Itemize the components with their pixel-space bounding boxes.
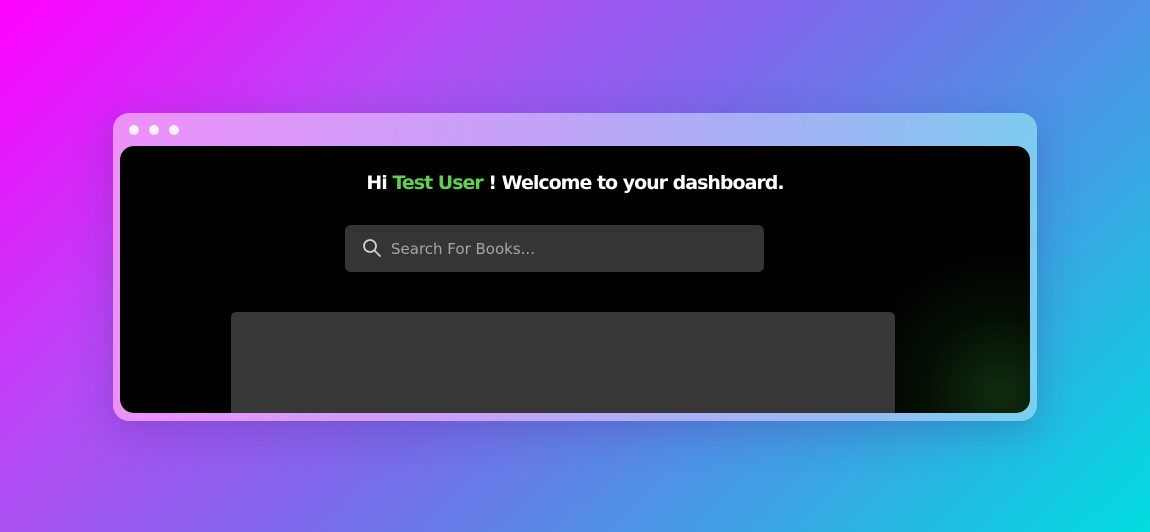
books-panel — [231, 312, 895, 413]
dashboard-screen: Hi Test User ! Welcome to your dashboard… — [120, 146, 1030, 413]
welcome-heading: Hi Test User ! Welcome to your dashboard… — [120, 172, 1030, 194]
window-dot-maximize[interactable] — [169, 125, 179, 135]
app-window: Hi Test User ! Welcome to your dashboard… — [113, 113, 1037, 421]
search-input[interactable] — [391, 225, 741, 272]
window-dot-close[interactable] — [129, 125, 139, 135]
search-bar[interactable] — [345, 225, 764, 272]
greeting-suffix: ! Welcome to your dashboard. — [482, 172, 784, 194]
greeting-prefix: Hi — [366, 172, 393, 194]
user-name: Test User — [392, 172, 483, 194]
window-dot-minimize[interactable] — [149, 125, 159, 135]
window-controls — [129, 125, 179, 135]
search-icon — [363, 239, 381, 257]
